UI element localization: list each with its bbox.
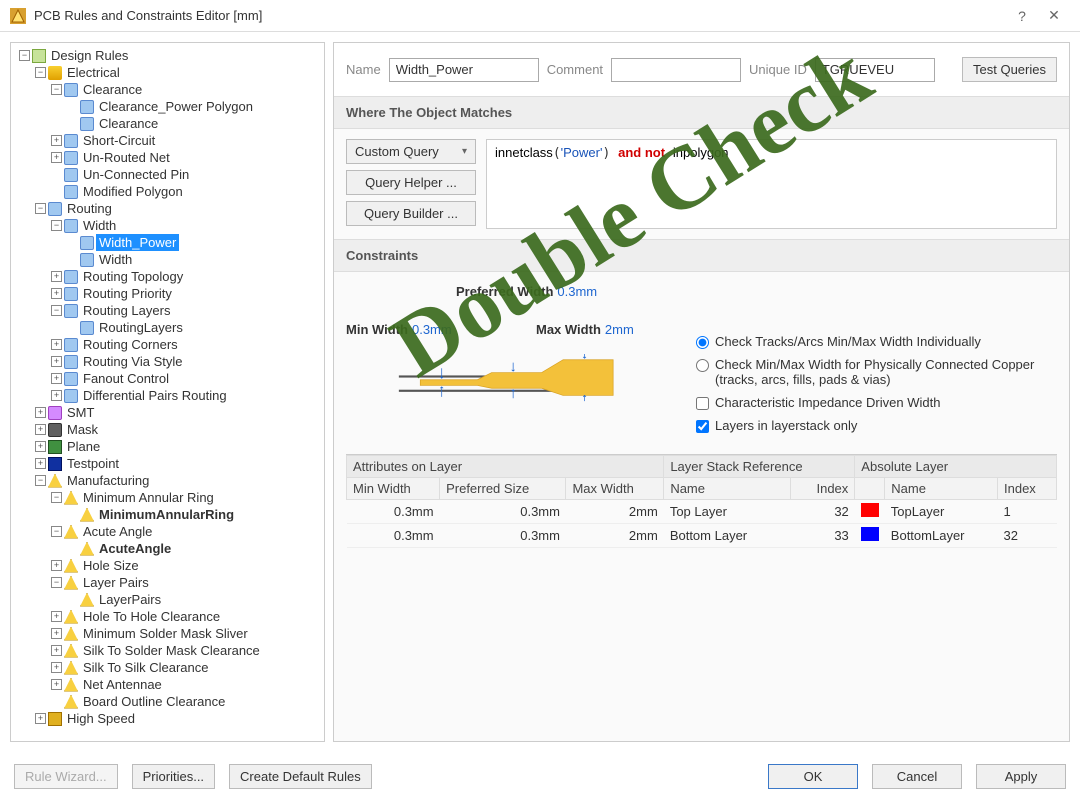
close-button[interactable]: ✕ <box>1038 7 1070 24</box>
layer-table[interactable]: Attributes on Layer Layer Stack Referenc… <box>346 455 1057 548</box>
tree-root[interactable]: Design Rules <box>48 47 131 64</box>
rule-editor: Name Comment Unique ID Test Queries Wher… <box>333 42 1070 742</box>
rule-wizard-button[interactable]: Rule Wizard... <box>14 764 118 789</box>
test-queries-button[interactable]: Test Queries <box>962 57 1057 82</box>
pref-width-value[interactable]: 0.3mm <box>557 284 597 299</box>
min-width-value[interactable]: 0.3mm <box>412 322 452 337</box>
titlebar: PCB Rules and Constraints Editor [mm] ? … <box>0 0 1080 32</box>
help-button[interactable]: ? <box>1006 8 1038 24</box>
priorities-button[interactable]: Priorities... <box>132 764 215 789</box>
constraints-header: Constraints <box>334 239 1069 272</box>
apply-button[interactable]: Apply <box>976 764 1066 789</box>
query-text[interactable]: innetclass('Power') and not inpolygon <box>486 139 1057 229</box>
tree-electrical[interactable]: Electrical <box>64 64 123 81</box>
width-diagram: Preferred Width0.3mm Min Width0.3mm Max … <box>346 284 666 444</box>
layerstack-checkbox[interactable]: Layers in layerstack only <box>696 418 1057 433</box>
tree-width-power[interactable]: Width_Power <box>96 234 179 251</box>
query-builder-button[interactable]: Query Builder ... <box>346 201 476 226</box>
max-width-value[interactable]: 2mm <box>605 322 634 337</box>
table-row[interactable]: 0.3mm0.3mm2mmTop Layer32TopLayer1 <box>347 500 1057 524</box>
window-title: PCB Rules and Constraints Editor [mm] <box>34 8 1006 23</box>
name-input[interactable] <box>389 58 539 82</box>
id-input[interactable] <box>815 58 935 82</box>
ok-button[interactable]: OK <box>768 764 858 789</box>
match-mode-dropdown[interactable]: Custom Query <box>346 139 476 164</box>
name-label: Name <box>346 62 381 77</box>
rule-tree[interactable]: −Design Rules −Electrical −Clearance Cle… <box>10 42 325 742</box>
impedance-checkbox[interactable]: Characteristic Impedance Driven Width <box>696 395 1057 410</box>
app-icon <box>10 8 26 24</box>
comment-input[interactable] <box>611 58 741 82</box>
id-label: Unique ID <box>749 62 807 77</box>
comment-label: Comment <box>547 62 603 77</box>
check-connected-radio[interactable]: Check Min/Max Width for Physically Conne… <box>696 357 1057 387</box>
footer: Rule Wizard... Priorities... Create Defa… <box>0 752 1080 800</box>
table-row[interactable]: 0.3mm0.3mm2mmBottom Layer33BottomLayer32 <box>347 524 1057 548</box>
tree-routing[interactable]: Routing <box>64 200 115 217</box>
cancel-button[interactable]: Cancel <box>872 764 962 789</box>
match-header: Where The Object Matches <box>334 96 1069 129</box>
query-helper-button[interactable]: Query Helper ... <box>346 170 476 195</box>
check-individually-radio[interactable]: Check Tracks/Arcs Min/Max Width Individu… <box>696 334 1057 349</box>
create-default-button[interactable]: Create Default Rules <box>229 764 372 789</box>
